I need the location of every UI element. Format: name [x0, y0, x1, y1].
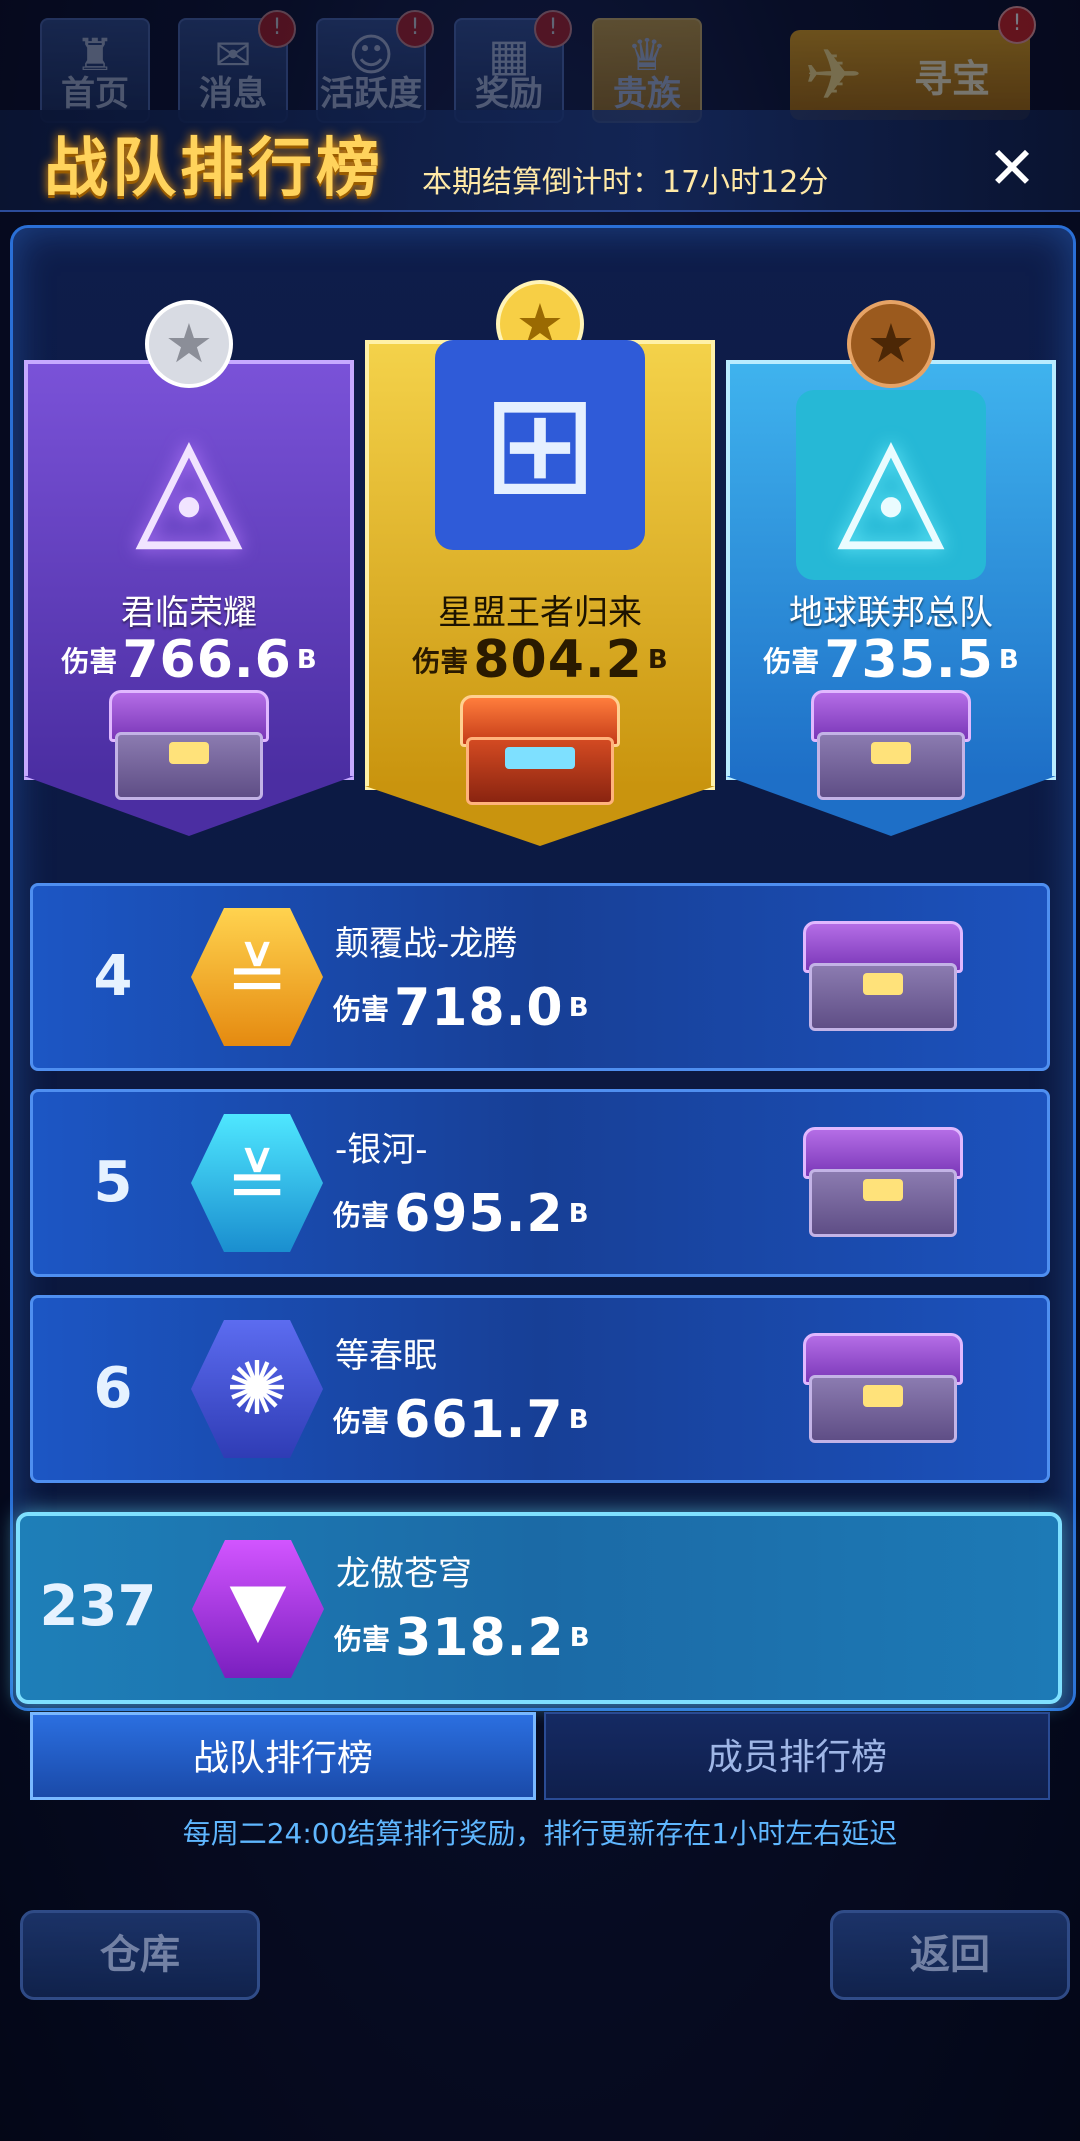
damage-value: 318.2	[395, 1608, 565, 1668]
team-name: 龙傲苍穹	[336, 1554, 472, 1594]
damage-value: 735.5	[824, 630, 994, 690]
nav-tab-rewards[interactable]: ▦ 奖励 !	[454, 10, 572, 123]
bronze-medal-icon: ★	[847, 300, 935, 388]
damage-line: 伤害 318.2 B	[334, 1608, 590, 1668]
nav-tab-messages[interactable]: ✉ 消息 !	[178, 10, 296, 123]
damage-line: 伤害 718.0 B	[333, 978, 589, 1038]
reward-chest-icon[interactable]	[803, 921, 963, 1031]
reward-chest-icon[interactable]	[460, 695, 620, 805]
notification-badge: !	[998, 6, 1036, 44]
notification-badge: !	[534, 10, 572, 48]
podium-rank-2[interactable]: ★ ◬ 君临荣耀 伤害 766.6 B	[24, 300, 354, 840]
damage-label: 伤害	[61, 645, 118, 678]
damage-value: 804.2	[473, 630, 643, 690]
rank-row[interactable]: 6 ✺ 等春眠 伤害 661.7 B	[30, 1295, 1050, 1483]
team-emblem-triangle-icon: ◬	[135, 403, 243, 566]
damage-line: 伤害 804.2 B	[365, 630, 715, 690]
damage-label: 伤害	[333, 1405, 390, 1438]
rank-number: 4	[93, 944, 133, 1009]
team-emblem-triangle-icon: ◬	[796, 390, 986, 580]
my-team-row[interactable]: 237 ▼ 龙傲苍穹 伤害 318.2 B	[16, 1512, 1062, 1704]
reward-chest-icon[interactable]	[811, 690, 971, 800]
podium-rank-1[interactable]: ★ ⊞ 星盟王者归来 伤害 804.2 B	[365, 280, 715, 850]
nav-tab-noble[interactable]: ♛ 贵族	[592, 18, 702, 123]
rank-number: 6	[93, 1356, 133, 1421]
team-emblem-wings-icon: ≚	[191, 1114, 323, 1252]
notification-badge: !	[396, 10, 434, 48]
team-name: 君临荣耀	[121, 593, 257, 633]
tab-team-ranking[interactable]: 战队排行榜	[30, 1712, 536, 1800]
team-name: -银河-	[335, 1130, 428, 1170]
damage-label: 伤害	[333, 1199, 390, 1232]
reward-chest-icon[interactable]	[109, 690, 269, 800]
rank-number: 237	[39, 1574, 157, 1639]
plane-icon: ✈	[804, 34, 863, 116]
damage-unit: B	[647, 645, 668, 675]
damage-label: 伤害	[333, 993, 390, 1026]
settlement-note: 每周二24:00结算排行奖励，排行更新存在1小时左右延迟	[182, 1817, 898, 1850]
damage-value: 661.7	[394, 1390, 564, 1450]
team-emblem-v-icon: ▼	[192, 1540, 324, 1678]
silver-medal-icon: ★	[145, 300, 233, 388]
rank-number: 5	[93, 1150, 133, 1215]
settlement-countdown: 本期结算倒计时：17小时12分	[422, 165, 829, 200]
damage-unit: B	[568, 993, 589, 1023]
rank-row[interactable]: 5 ≚ -银河- 伤害 695.2 B	[30, 1089, 1050, 1277]
team-emblem-robot-icon: ⊞	[435, 340, 645, 550]
team-name: 地球联邦总队	[789, 593, 993, 633]
reward-chest-icon[interactable]	[803, 1127, 963, 1237]
damage-line: 伤害 661.7 B	[333, 1390, 589, 1450]
damage-unit: B	[998, 645, 1019, 675]
damage-label: 伤害	[763, 645, 820, 678]
rank-row[interactable]: 4 ≚ 颠覆战-龙腾 伤害 718.0 B	[30, 883, 1050, 1071]
close-icon: ✕	[987, 134, 1037, 202]
damage-value: 766.6	[122, 630, 292, 690]
back-button[interactable]: 返回	[830, 1910, 1070, 2000]
reward-chest-icon[interactable]	[803, 1333, 963, 1443]
team-emblem-wings-icon: ≚	[191, 908, 323, 1046]
page-title: 战队排行榜	[44, 132, 384, 206]
nav-tab-activity[interactable]: ☺ 活跃度 !	[316, 10, 434, 123]
damage-line: 伤害 695.2 B	[333, 1184, 589, 1244]
podium-rank-3[interactable]: ★ ◬ 地球联邦总队 伤害 735.5 B	[726, 300, 1056, 840]
damage-line: 伤害 766.6 B	[24, 630, 354, 690]
nav-tab-home[interactable]: ♜ 首页	[40, 18, 150, 123]
damage-unit: B	[568, 1199, 589, 1229]
damage-label: 伤害	[334, 1623, 391, 1656]
notification-badge: !	[258, 10, 296, 48]
close-button[interactable]: ✕	[984, 139, 1040, 197]
damage-unit: B	[568, 1405, 589, 1435]
damage-value: 718.0	[394, 978, 564, 1038]
warehouse-button[interactable]: 仓库	[20, 1910, 260, 2000]
damage-label: 伤害	[412, 645, 469, 678]
tab-member-ranking[interactable]: 成员排行榜	[544, 1712, 1050, 1800]
team-name: 星盟王者归来	[438, 593, 642, 633]
damage-unit: B	[569, 1623, 590, 1653]
damage-line: 伤害 735.5 B	[726, 630, 1056, 690]
treasure-hunt-button[interactable]: ✈ 寻宝 !	[790, 6, 1036, 120]
team-emblem-gear-icon: ✺	[191, 1320, 323, 1458]
ranking-tabs: 战队排行榜 成员排行榜	[30, 1712, 1050, 1800]
team-name: 颠覆战-龙腾	[335, 924, 518, 964]
damage-unit: B	[296, 645, 317, 675]
team-name: 等春眠	[335, 1336, 437, 1376]
damage-value: 695.2	[394, 1184, 564, 1244]
